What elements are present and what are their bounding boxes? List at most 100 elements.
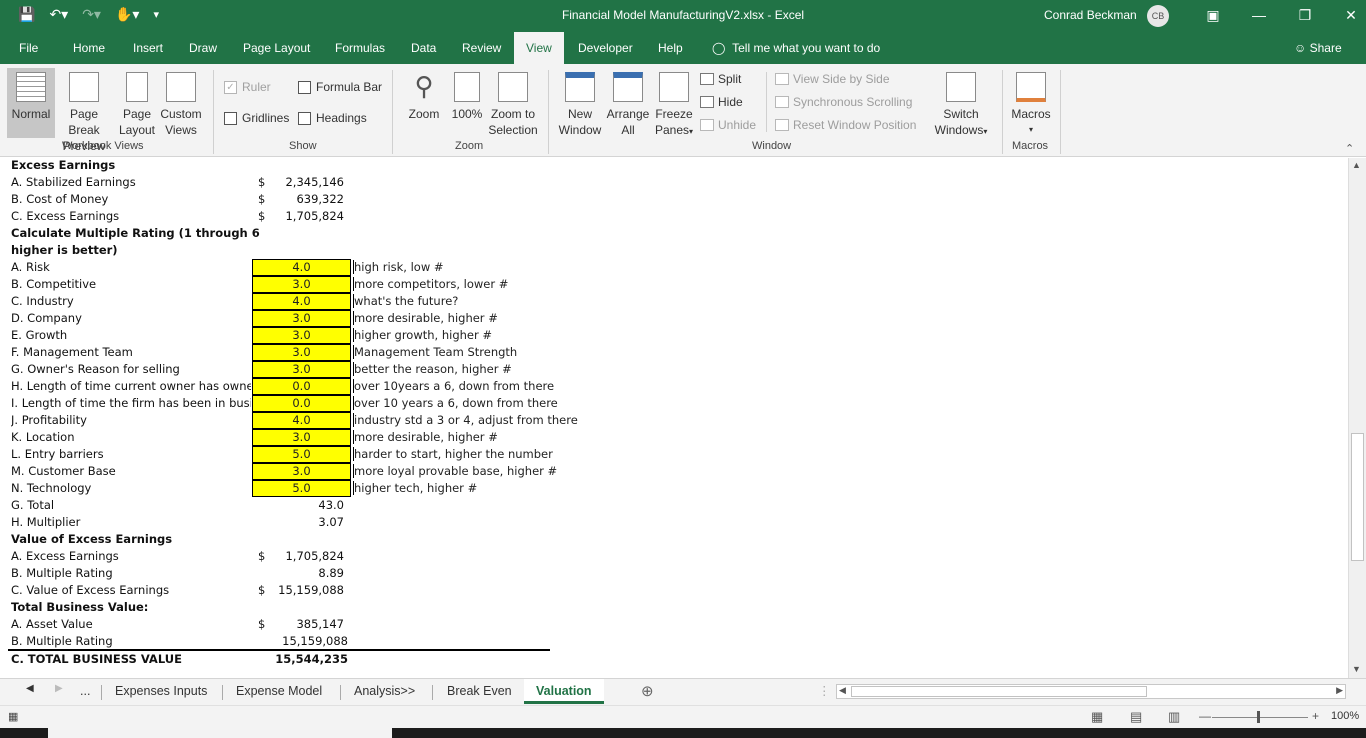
zoom-button[interactable]: ⚲ Zoom <box>404 72 444 122</box>
next-sheet-icon[interactable]: ▶ <box>55 683 63 694</box>
macros-button[interactable]: Macros ▾ <box>1008 72 1054 138</box>
scroll-down-icon[interactable]: ▼ <box>1352 664 1361 674</box>
share-label: Share <box>1309 41 1342 55</box>
rating-note: more desirable, higher # <box>353 430 498 444</box>
tab-split-handle[interactable]: ⋮ <box>818 683 831 698</box>
rating-input-cell[interactable]: 4.0 <box>252 412 351 429</box>
rating-input-cell[interactable]: 4.0 <box>252 293 351 310</box>
rating-input-cell[interactable]: 3.0 <box>252 429 351 446</box>
synchronous-scrolling-button[interactable]: Synchronous Scrolling <box>775 95 912 109</box>
tab-draw[interactable]: Draw <box>189 41 217 55</box>
restore-icon[interactable]: ❐ <box>1282 4 1328 26</box>
split-label: Split <box>718 72 742 86</box>
avatar[interactable]: CB <box>1147 5 1169 27</box>
rating-input-cell[interactable]: 3.0 <box>252 327 351 344</box>
zoom-sel-label-2: Selection <box>488 123 538 137</box>
hide-button[interactable]: Hide <box>700 95 743 109</box>
custom-views-button[interactable]: Custom Views <box>159 72 203 138</box>
rating-input-cell[interactable]: 3.0 <box>252 463 351 480</box>
tab-view[interactable]: View <box>514 32 564 64</box>
scroll-up-icon[interactable]: ▲ <box>1352 160 1361 170</box>
tab-file[interactable]: File <box>19 41 38 55</box>
ruler-checkbox[interactable]: ✓ Ruler <box>224 80 271 94</box>
taskbar-search-box[interactable] <box>48 728 392 738</box>
tell-me-search[interactable]: ◯ Tell me what you want to do <box>712 41 880 55</box>
split-icon <box>700 73 714 85</box>
rating-input-cell[interactable]: 4.0 <box>252 259 351 276</box>
normal-view-status-icon[interactable]: ▦ <box>1091 709 1103 725</box>
headings-checkbox[interactable]: Headings <box>298 111 367 125</box>
sheet-tab-expenses-inputs[interactable]: Expenses Inputs <box>115 684 207 698</box>
share-button[interactable]: ☺ Share <box>1294 41 1342 55</box>
tab-home[interactable]: Home <box>73 41 105 55</box>
horizontal-scroll-thumb[interactable] <box>851 686 1147 697</box>
new-window-button[interactable]: New Window <box>556 72 604 138</box>
vertical-scrollbar[interactable]: ▲ ▼ <box>1348 158 1366 678</box>
rating-input-cell[interactable]: 3.0 <box>252 276 351 293</box>
zoom-out-icon[interactable]: — <box>1199 709 1211 723</box>
arrange-all-icon <box>613 72 643 102</box>
tab-developer[interactable]: Developer <box>578 41 633 55</box>
rating-input-cell[interactable]: 0.0 <box>252 378 351 395</box>
zoom-level[interactable]: 100% <box>1331 710 1359 722</box>
scroll-left-icon[interactable]: ◀ <box>839 685 846 696</box>
scroll-right-icon[interactable]: ▶ <box>1336 685 1343 696</box>
more-sheets-button[interactable]: ... <box>80 684 90 698</box>
sheet-tab-expense-model[interactable]: Expense Model <box>236 684 322 698</box>
zoom-slider-thumb[interactable] <box>1257 711 1260 723</box>
zoom-100-button[interactable]: 100% <box>449 72 485 122</box>
tab-page-layout[interactable]: Page Layout <box>243 41 310 55</box>
tab-separator <box>432 685 433 700</box>
rating-input-cell[interactable]: 0.0 <box>252 395 351 412</box>
page-break-icon <box>69 72 99 102</box>
view-side-by-side-button[interactable]: View Side by Side <box>775 72 890 86</box>
vertical-scroll-thumb[interactable] <box>1351 433 1364 561</box>
minimize-icon[interactable]: — <box>1236 4 1282 26</box>
prev-sheet-icon[interactable]: ◀ <box>26 683 34 694</box>
split-button[interactable]: Split <box>700 72 741 86</box>
page-layout-status-icon[interactable]: ▤ <box>1130 709 1142 725</box>
close-icon[interactable]: ✕ <box>1328 4 1366 26</box>
rating-label: L. Entry barriers <box>11 447 104 461</box>
tab-formulas[interactable]: Formulas <box>335 41 385 55</box>
user-name[interactable]: Conrad Beckman <box>1044 8 1137 22</box>
horizontal-scrollbar[interactable]: ◀ ▶ <box>836 684 1346 699</box>
macro-record-icon[interactable]: ▦ <box>8 710 18 723</box>
normal-view-button[interactable]: Normal <box>8 72 54 122</box>
zoom-sel-label-1: Zoom to <box>490 107 535 121</box>
rating-input-cell[interactable]: 3.0 <box>252 361 351 378</box>
rating-input-cell[interactable]: 3.0 <box>252 344 351 361</box>
worksheet-grid[interactable]: Excess Earnings A. Stabilized Earnings $… <box>0 158 1348 678</box>
sheet-tab-valuation[interactable]: Valuation <box>524 679 604 704</box>
switch-windows-button[interactable]: Switch Windows▾ <box>928 72 994 140</box>
zoom-in-icon[interactable]: + <box>1312 709 1319 723</box>
sheet-tab-analysis[interactable]: Analysis>> <box>354 684 415 698</box>
rating-input-cell[interactable]: 5.0 <box>252 446 351 463</box>
page-layout-button[interactable]: Page Layout <box>117 72 157 138</box>
freeze-label-1: Freeze <box>655 107 693 121</box>
tab-review[interactable]: Review <box>462 41 501 55</box>
sheet-tab-break-even[interactable]: Break Even <box>447 684 512 698</box>
zoom-to-selection-button[interactable]: Zoom to Selection <box>487 72 539 138</box>
rating-input-cell[interactable]: 3.0 <box>252 310 351 327</box>
rating-label: E. Growth <box>11 328 68 342</box>
tab-data[interactable]: Data <box>411 41 436 55</box>
formula-bar-checkbox[interactable]: Formula Bar <box>298 80 382 94</box>
rating-input-cell[interactable]: 5.0 <box>252 480 351 497</box>
tab-insert[interactable]: Insert <box>133 41 163 55</box>
ruler-check-icon: ✓ <box>224 80 237 94</box>
switch-windows-icon <box>946 72 976 102</box>
collapse-ribbon-icon[interactable]: ⌃ <box>1345 142 1354 155</box>
zoom-slider[interactable] <box>1212 717 1308 718</box>
reset-window-position-button[interactable]: Reset Window Position <box>775 118 916 132</box>
gridlines-checkbox[interactable]: Gridlines <box>224 111 289 125</box>
currency-symbol: $ <box>258 192 266 206</box>
add-sheet-icon[interactable]: ⊕ <box>641 682 654 700</box>
separator <box>1002 70 1003 154</box>
page-break-status-icon[interactable]: ▥ <box>1168 709 1180 725</box>
unhide-button[interactable]: Unhide <box>700 118 756 132</box>
tab-help[interactable]: Help <box>658 41 683 55</box>
arrange-all-button[interactable]: Arrange All <box>605 72 651 138</box>
ribbon-display-icon[interactable]: ▣ <box>1190 4 1236 26</box>
freeze-panes-button[interactable]: Freeze Panes▾ <box>652 72 696 140</box>
